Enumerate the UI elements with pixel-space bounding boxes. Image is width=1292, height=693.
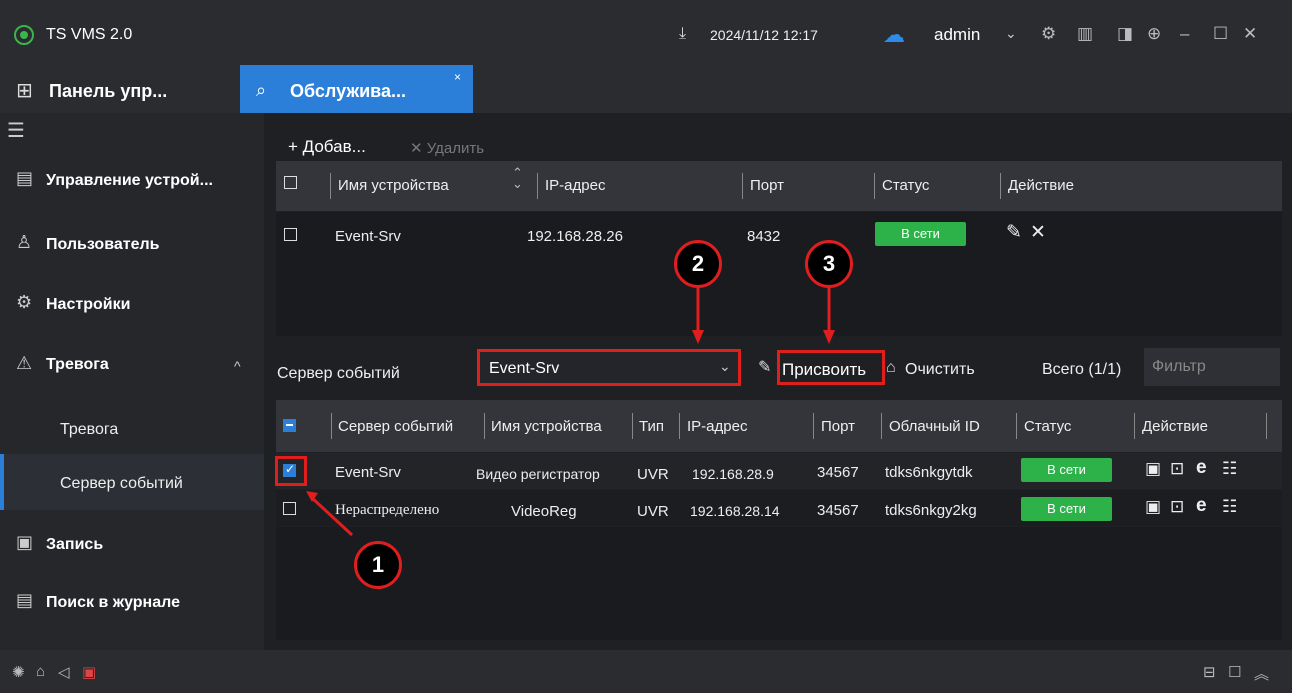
window-icon[interactable]: ⊟	[1203, 663, 1216, 681]
expand-up-icon[interactable]: ︽	[1254, 663, 1269, 684]
light-icon[interactable]: ✺	[12, 663, 25, 681]
annotation-marker-2: 2	[674, 240, 722, 288]
sound-icon[interactable]: ◁	[58, 663, 70, 681]
annotation-marker-3: 3	[805, 240, 853, 288]
fullscreen-icon[interactable]: ☐	[1228, 663, 1241, 681]
arrow-head-3	[823, 330, 835, 344]
annotation-arrow-1	[309, 495, 354, 537]
alarm-status-icon[interactable]: ▣	[82, 663, 96, 681]
arrow-head-2	[692, 330, 704, 344]
network-icon[interactable]: ⌂	[36, 663, 45, 680]
annotation-arrows	[306, 288, 835, 537]
annotation-marker-1: 1	[354, 541, 402, 589]
status-bar	[0, 650, 1292, 693]
